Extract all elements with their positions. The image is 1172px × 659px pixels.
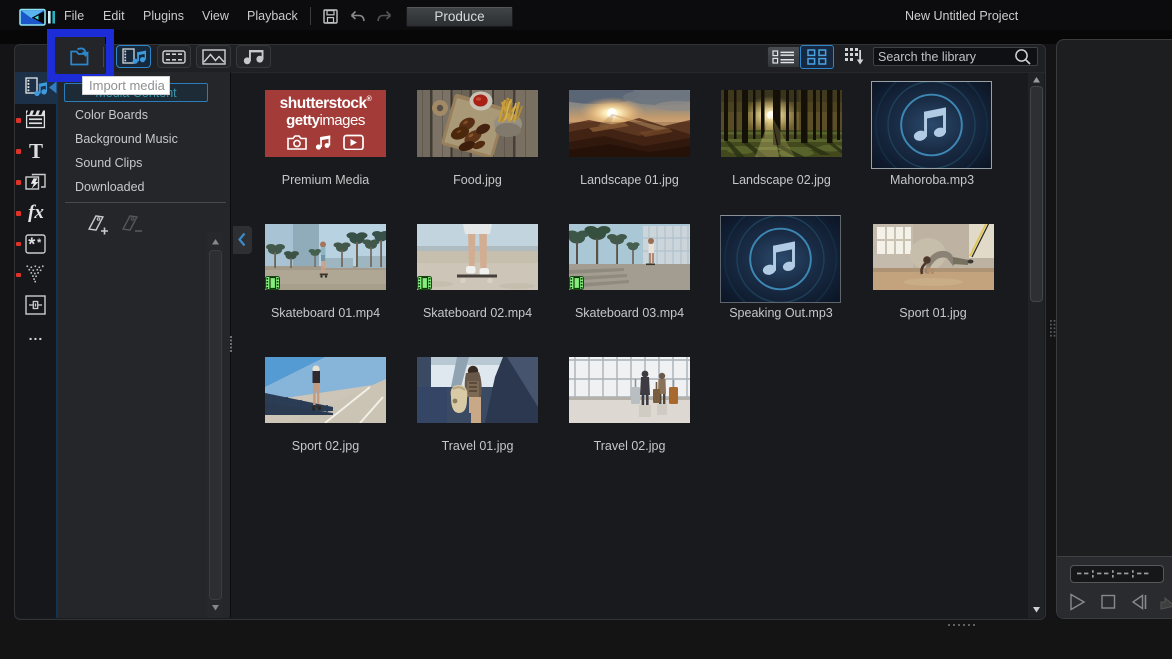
svg-text:*: *: [28, 235, 35, 255]
svg-text:*: *: [37, 237, 42, 249]
